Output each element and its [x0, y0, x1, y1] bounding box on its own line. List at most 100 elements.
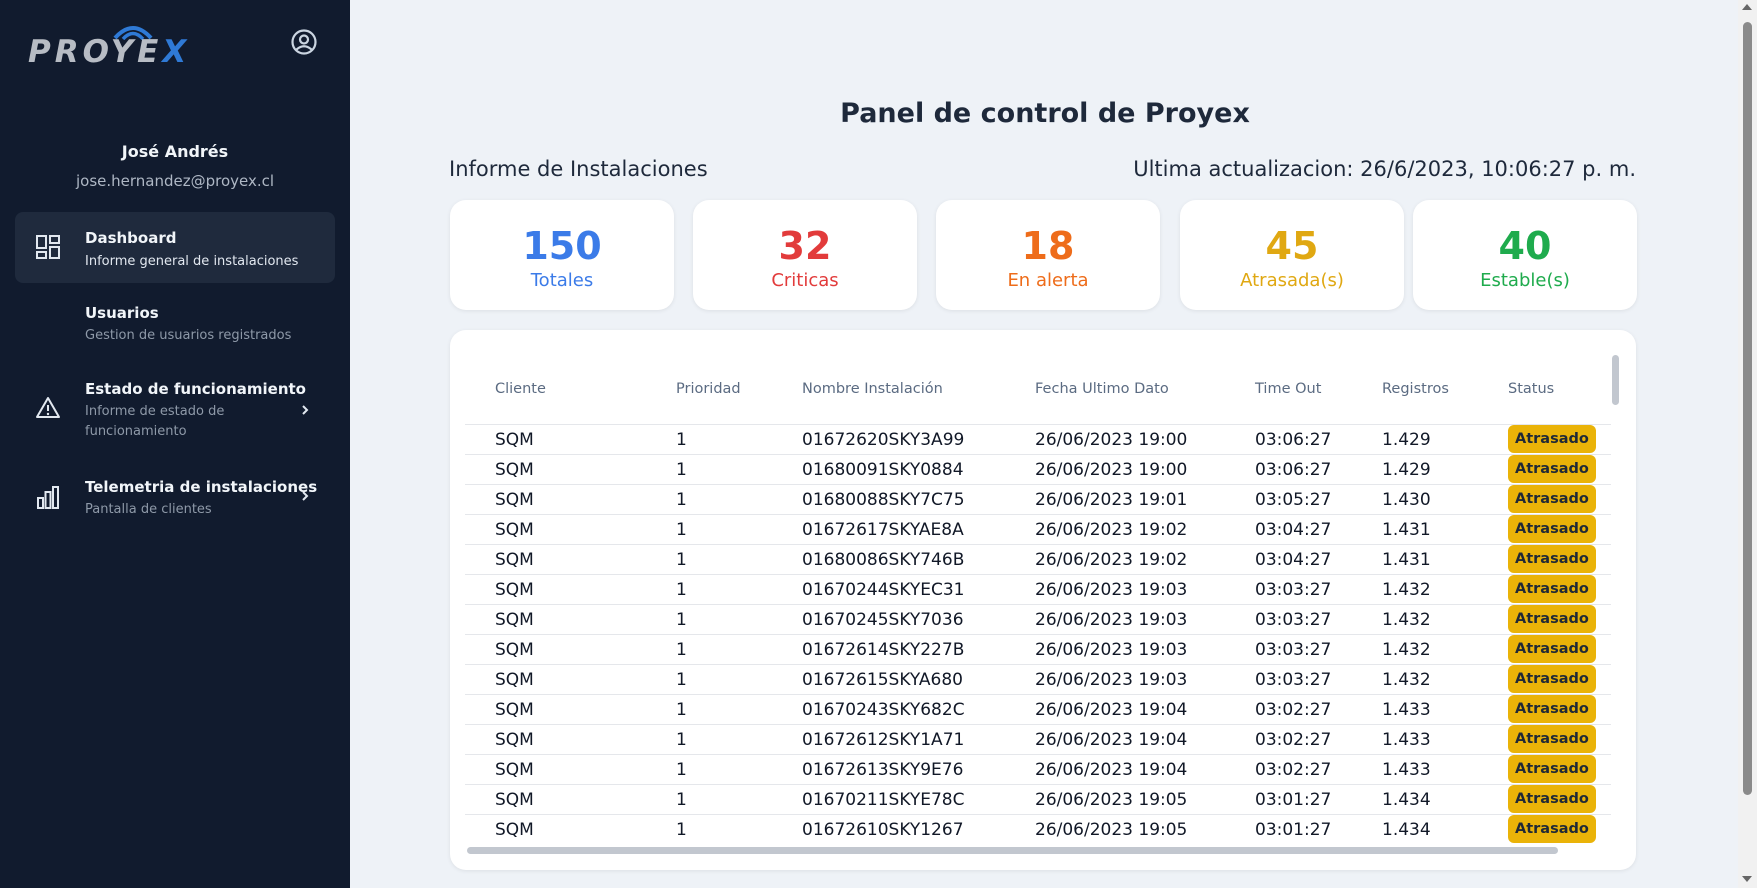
status-badge: Atrasado	[1508, 725, 1596, 753]
table-cell: 03:01:27	[1255, 820, 1332, 840]
table-cell: SQM	[495, 760, 534, 780]
table-row[interactable]: SQM 1 01670243SKY682C 26/06/2023 19:04 03:02…	[465, 694, 1611, 724]
table-cell: 1.433	[1382, 700, 1431, 720]
sidebar-item-subtitle: Informe general de instalaciones	[85, 254, 299, 269]
table-row[interactable]: SQM 1 01672620SKY3A99 26/06/2023 19:00 03:06…	[465, 424, 1611, 454]
table-row[interactable]: SQM 1 01672617SKYAE8A 26/06/2023 19:02 03:04…	[465, 514, 1611, 544]
table-row[interactable]: SQM 1 01670244SKYEC31 26/06/2023 19:03 03:03…	[465, 574, 1611, 604]
table-cell: 1	[676, 700, 687, 720]
table-cell: 1.432	[1382, 580, 1431, 600]
column-header[interactable]: Nombre Instalación	[802, 381, 943, 397]
table-cell: 01672615SKYA680	[802, 670, 964, 690]
table-row[interactable]: SQM 1 01672610SKY1267 26/06/2023 19:05 03:01…	[465, 814, 1611, 844]
stat-card: 40 Estable(s)	[1413, 200, 1637, 310]
stat-card: 45 Atrasada(s)	[1180, 200, 1404, 310]
sidebar-item-subtitle: Pantalla de clientes	[85, 502, 212, 517]
table-cell: 1	[676, 670, 687, 690]
table-row[interactable]: SQM 1 01672615SKYA680 26/06/2023 19:03 03:03…	[465, 664, 1611, 694]
stat-value: 32	[778, 224, 832, 268]
table-row[interactable]: SQM 1 01680086SKY746B 26/06/2023 19:02 03:04…	[465, 544, 1611, 574]
sidebar-item-telemetria[interactable]: Telemetria de instalaciones Pantalla de …	[15, 466, 335, 526]
scroll-down-arrow-icon[interactable]	[1742, 876, 1752, 882]
page-title: Panel de control de Proyex	[840, 98, 1250, 129]
installations-table: Cliente Prioridad Nombre Instalación Fecha …	[450, 330, 1636, 870]
table-horizontal-scrollbar[interactable]	[467, 847, 1558, 854]
table-cell: 01670244SKYEC31	[802, 580, 965, 600]
account-circle-icon[interactable]	[290, 28, 318, 56]
stat-value: 40	[1498, 224, 1552, 268]
table-cell: SQM	[495, 550, 534, 570]
sidebar-item-estado[interactable]: Estado de funcionamiento Informe de esta…	[15, 370, 335, 450]
table-cell: 03:03:27	[1255, 610, 1332, 630]
bar-chart-icon	[37, 486, 59, 509]
table-cell: SQM	[495, 580, 534, 600]
user-name: José Andrés	[121, 142, 229, 161]
table-cell: 1	[676, 790, 687, 810]
sidebar-item-subtitle: Informe de estado de funcionamiento	[85, 404, 225, 439]
chevron-right-icon	[302, 491, 309, 501]
scroll-up-arrow-icon[interactable]	[1742, 4, 1752, 10]
sidebar-item-dashboard[interactable]: Dashboard Informe general de instalacion…	[15, 212, 335, 283]
sidebar: PROYEX José Andrés jose.hernandez@proyex…	[0, 0, 350, 888]
table-row[interactable]: SQM 1 01670211SKYE78C 26/06/2023 19:05 03:01…	[465, 784, 1611, 814]
table-cell: 1	[676, 490, 687, 510]
stat-label: Criticas	[771, 270, 839, 291]
table-cell: 01670243SKY682C	[802, 700, 965, 720]
table-row[interactable]: SQM 1 01672613SKY9E76 26/06/2023 19:04 03:02…	[465, 754, 1611, 784]
status-badge: Atrasado	[1508, 545, 1596, 573]
window-scrollbar-thumb[interactable]	[1743, 22, 1752, 795]
table-cell: 01670211SKYE78C	[802, 790, 965, 810]
status-badge: Atrasado	[1508, 815, 1596, 843]
status-badge: Atrasado	[1508, 515, 1596, 543]
table-cell: 01680088SKY7C75	[802, 490, 965, 510]
table-cell: 01680091SKY0884	[802, 460, 964, 480]
table-row[interactable]: SQM 1 01672614SKY227B 26/06/2023 19:03 03:03…	[465, 634, 1611, 664]
proyex-logo[interactable]: PROYEX	[28, 20, 214, 72]
table-cell: 1	[676, 610, 687, 630]
sidebar-item-usuarios[interactable]: Usuarios Gestion de usuarios registrados	[15, 290, 335, 350]
stat-value: 150	[522, 224, 602, 268]
column-header[interactable]: Cliente	[495, 381, 546, 397]
column-header[interactable]: Fecha Ultimo Dato	[1035, 381, 1169, 397]
status-badge: Atrasado	[1508, 665, 1596, 693]
table-cell: 1	[676, 550, 687, 570]
table-cell: 1	[676, 520, 687, 540]
table-cell: SQM	[495, 700, 534, 720]
table-cell: 26/06/2023 19:05	[1035, 820, 1188, 840]
sidebar-item-title: Usuarios	[85, 304, 159, 322]
table-cell: 03:03:27	[1255, 580, 1332, 600]
column-header[interactable]: Registros	[1382, 381, 1449, 397]
table-row[interactable]: SQM 1 01670245SKY7036 26/06/2023 19:03 03:03…	[465, 604, 1611, 634]
table-cell: SQM	[495, 430, 534, 450]
table-cell: 03:06:27	[1255, 430, 1332, 450]
table-cell: 03:05:27	[1255, 490, 1332, 510]
column-header[interactable]: Time Out	[1255, 381, 1321, 397]
table-cell: 1	[676, 820, 687, 840]
table-cell: 1.434	[1382, 820, 1431, 840]
table-cell: SQM	[495, 520, 534, 540]
status-badge: Atrasado	[1508, 425, 1596, 453]
stat-label: Totales	[530, 270, 594, 291]
table-cell: 01672617SKYAE8A	[802, 520, 964, 540]
column-header[interactable]: Status	[1508, 381, 1554, 397]
table-cell: 26/06/2023 19:02	[1035, 520, 1188, 540]
stat-label: En alerta	[1007, 270, 1089, 291]
table-cell: 26/06/2023 19:05	[1035, 790, 1188, 810]
window-scrollbar[interactable]	[1738, 0, 1757, 888]
table-row[interactable]: SQM 1 01672612SKY1A71 26/06/2023 19:04 03:02…	[465, 724, 1611, 754]
table-cell: 1.429	[1382, 430, 1431, 450]
table-cell: SQM	[495, 610, 534, 630]
table-row[interactable]: SQM 1 01680088SKY7C75 26/06/2023 19:01 03:05…	[465, 484, 1611, 514]
table-row[interactable]: SQM 1 01680091SKY0884 26/06/2023 19:00 03:06…	[465, 454, 1611, 484]
last-update-text: Ultima actualizacion: 26/6/2023, 10:06:2…	[1133, 157, 1636, 181]
table-cell: SQM	[495, 670, 534, 690]
table-cell: 1	[676, 640, 687, 660]
status-badge: Atrasado	[1508, 695, 1596, 723]
column-header[interactable]: Prioridad	[676, 381, 741, 397]
table-vertical-scrollbar[interactable]	[1612, 355, 1619, 405]
logo-wordmark: PROYEX	[28, 34, 191, 70]
stat-label: Estable(s)	[1480, 270, 1570, 291]
stat-card: 18 En alerta	[936, 200, 1160, 310]
warning-icon	[36, 397, 60, 418]
table-cell: 1.431	[1382, 550, 1431, 570]
